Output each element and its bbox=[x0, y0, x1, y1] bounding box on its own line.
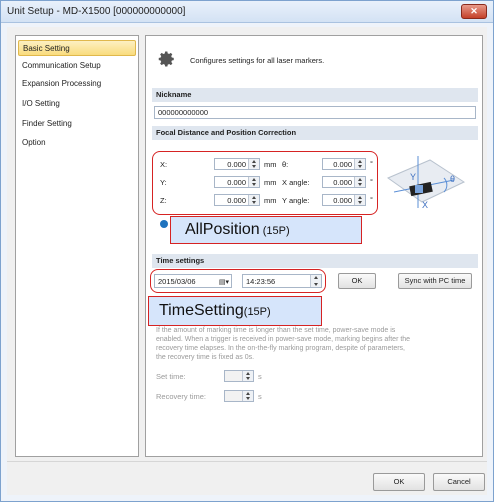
diagram-x-label: X bbox=[422, 200, 428, 210]
spin-arrows-icon[interactable] bbox=[242, 391, 253, 401]
allposition-callout-title: AllPosition bbox=[185, 221, 260, 238]
timesetting-callout-page: (15P) bbox=[243, 306, 271, 318]
recovery-time-unit: s bbox=[258, 392, 262, 401]
sync-pc-time-button[interactable]: Sync with PC time bbox=[398, 273, 472, 289]
timesetting-callout: TimeSetting(15P) bbox=[148, 296, 322, 326]
diagram-y-label: Y bbox=[410, 172, 416, 182]
description-line: If the amount of marking time is longer … bbox=[156, 327, 396, 334]
timesetting-highlight-frame bbox=[150, 269, 326, 293]
set-time-label: Set time: bbox=[156, 372, 186, 381]
nickname-header: Nickname bbox=[152, 88, 478, 102]
unit-setup-window: Unit Setup - MD-X1500 [000000000000] ✕ B… bbox=[0, 0, 494, 502]
allposition-callout: AllPosition (15P) bbox=[170, 216, 362, 244]
ok-button[interactable]: OK bbox=[373, 473, 425, 491]
focal-correction-header: Focal Distance and Position Correction bbox=[152, 126, 478, 140]
window-title: Unit Setup - MD-X1500 [000000000000] bbox=[7, 6, 186, 17]
title-bar[interactable]: Unit Setup - MD-X1500 [000000000000] ✕ bbox=[1, 1, 493, 23]
set-time-unit: s bbox=[258, 372, 262, 381]
dialog-client-area: Basic Setting Communication Setup Expans… bbox=[7, 27, 487, 495]
cancel-button[interactable]: Cancel bbox=[433, 473, 485, 491]
footer-separator bbox=[7, 461, 487, 462]
close-button[interactable]: ✕ bbox=[461, 4, 487, 19]
gear-icon bbox=[158, 51, 174, 67]
diagram-theta-label: θ bbox=[450, 174, 455, 184]
nickname-input[interactable]: 000000000000 bbox=[154, 106, 476, 119]
recovery-time-stepper[interactable] bbox=[224, 390, 254, 402]
spin-arrows-icon[interactable] bbox=[242, 371, 253, 381]
info-icon bbox=[160, 220, 168, 228]
description-line: recovery time elapses. In the on-the-fly… bbox=[156, 345, 405, 352]
allposition-highlight-frame bbox=[152, 151, 378, 215]
sidebar-item-option[interactable]: Option bbox=[18, 135, 136, 151]
power-save-description: If the amount of marking time is longer … bbox=[156, 326, 476, 362]
sidebar-item-communication-setup[interactable]: Communication Setup bbox=[18, 58, 136, 74]
time-ok-button[interactable]: OK bbox=[338, 273, 376, 289]
timesetting-callout-title: TimeSetting bbox=[159, 302, 244, 319]
panel-description: Configures settings for all laser marker… bbox=[190, 56, 325, 65]
description-line: enabled. When a trigger is received in p… bbox=[156, 336, 411, 343]
settings-sidebar: Basic Setting Communication Setup Expans… bbox=[15, 35, 139, 457]
sidebar-item-io-setting[interactable]: I/O Setting bbox=[18, 96, 136, 112]
description-line: the recovery time is fixed as 0s. bbox=[156, 354, 255, 361]
recovery-time-label: Recovery time: bbox=[156, 392, 207, 401]
sidebar-item-expansion-processing[interactable]: Expansion Processing bbox=[18, 76, 136, 92]
position-correction-diagram: Y X θ bbox=[386, 156, 466, 210]
time-settings-header: Time settings bbox=[152, 254, 478, 268]
allposition-callout-page: (15P) bbox=[259, 225, 290, 237]
basic-setting-panel: Configures settings for all laser marker… bbox=[145, 35, 483, 457]
sidebar-item-finder-setting[interactable]: Finder Setting bbox=[18, 116, 136, 132]
sidebar-item-basic-setting[interactable]: Basic Setting bbox=[18, 40, 136, 56]
set-time-stepper[interactable] bbox=[224, 370, 254, 382]
close-icon: ✕ bbox=[470, 6, 478, 16]
